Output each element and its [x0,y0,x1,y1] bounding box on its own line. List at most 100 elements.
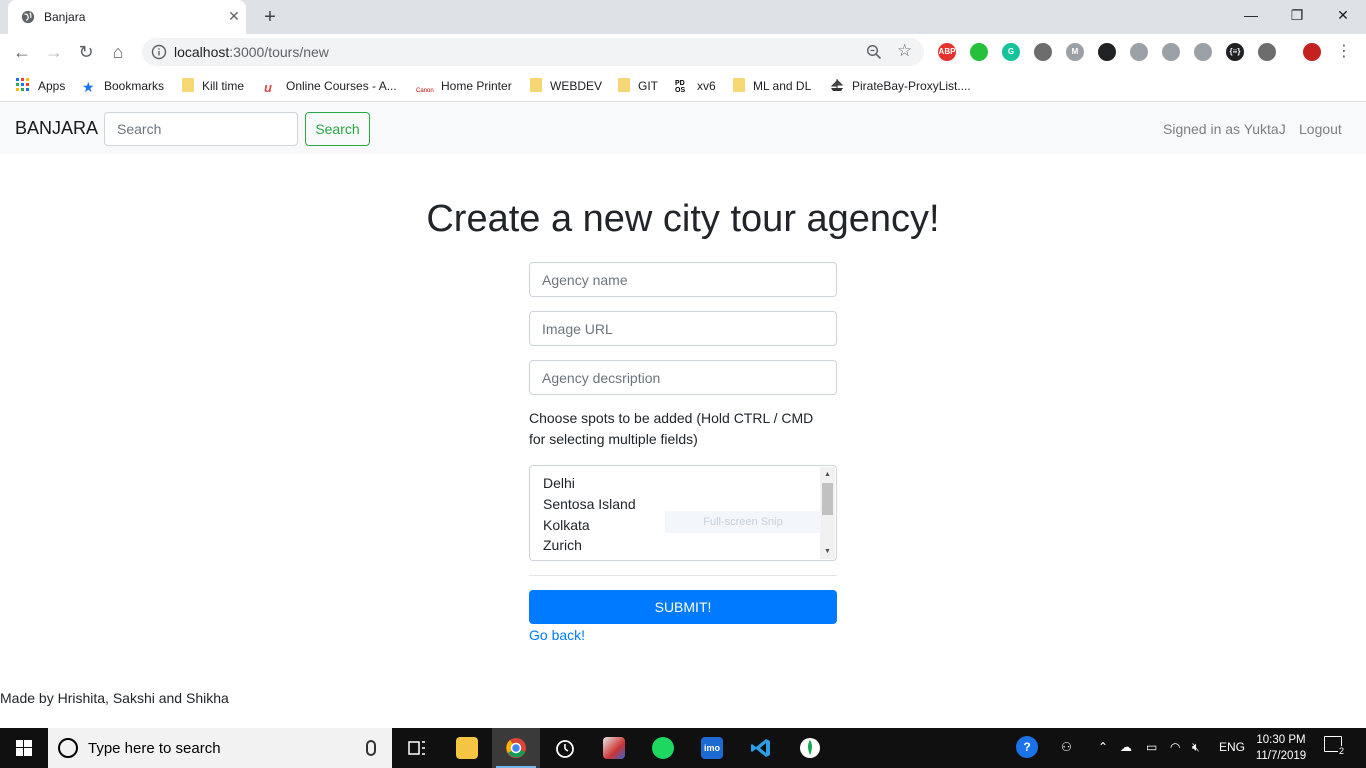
canon-icon: Canon [416,88,434,94]
help-icon[interactable]: ? [1016,736,1038,758]
back-icon[interactable]: ← [10,40,34,64]
grammarly-icon[interactable]: G [1002,43,1020,61]
notification-count: 2 [1338,746,1346,756]
wifi-icon[interactable]: ◠ [1170,740,1180,754]
json-ext-icon[interactable]: {≡} [1226,43,1244,61]
chrome-taskbar-icon[interactable] [492,728,540,768]
bookmark-star-icon[interactable]: ☆ [897,41,912,61]
volume-muted-icon[interactable]: 🔇︎ [1192,740,1200,755]
page-title: Create a new city tour agency! [426,198,940,240]
submit-button[interactable]: SUBMIT! [529,590,837,624]
ext-7-icon[interactable] [1130,43,1148,61]
profile-avatar[interactable] [1303,43,1321,61]
spots-scrollbar[interactable]: ▲ ▼ [820,467,835,559]
pirate-ship-icon [830,79,844,91]
bookmark-kill-time[interactable]: Kill time [182,77,244,95]
mongodb-compass-icon[interactable] [786,728,834,768]
onedrive-icon[interactable]: ☁ [1120,740,1132,754]
file-explorer-icon[interactable] [443,728,491,768]
taskbar-search-box[interactable]: Type here to search [48,728,392,768]
ext-9-icon[interactable] [1194,43,1212,61]
go-back-link[interactable]: Go back! [529,627,585,643]
new-tab-button[interactable]: + [259,6,281,28]
spot-option[interactable]: Delhi [543,475,575,491]
bookmark-webdev[interactable]: WEBDEV [530,77,602,95]
pdos-icon: PD OS [675,80,686,94]
site-navbar: BANJARA Search Signed in as YuktaJ Logou… [0,103,1366,154]
spots-label: Choose spots to be added (Hold CTRL / CM… [529,410,814,447]
task-view-icon[interactable] [393,728,441,768]
info-icon[interactable] [151,44,167,60]
bookmark-bookmarks[interactable]: ★ Bookmarks [82,77,164,95]
home-icon[interactable]: ⌂ [106,40,130,64]
green-ext-icon[interactable] [970,43,988,61]
udemy-icon: u [264,80,272,95]
close-window-button[interactable]: ✕ [1320,0,1366,30]
bookmark-apps[interactable]: Apps [16,77,65,95]
bookmark-git[interactable]: GIT [618,77,658,95]
bookmark-ml-dl[interactable]: ML and DL [733,77,811,95]
tab-title: Banjara [44,10,86,24]
folder-icon [182,78,194,92]
snip-overlay: Full-screen Snip [665,511,821,533]
minimize-button[interactable]: — [1228,0,1274,30]
alarms-clock-icon[interactable] [541,728,589,768]
ext-11-icon[interactable] [1258,43,1276,61]
vscode-icon[interactable] [737,728,785,768]
zoom-icon[interactable] [866,44,882,60]
forward-icon[interactable]: → [42,40,66,64]
windows-taskbar: Type here to search imo ? ⚇ ⌃ ☁ ▭ ◠ 🔇︎ E… [0,728,1366,768]
tab-close-icon[interactable]: ✕ [226,8,242,24]
bookmark-home-printer[interactable]: Canon Home Printer [416,77,512,95]
show-hidden-icons-chevron-icon[interactable]: ⌃ [1098,740,1108,754]
battery-icon[interactable]: ▭ [1146,740,1157,754]
language-indicator[interactable]: ENG [1219,740,1245,754]
form-divider [529,575,837,576]
ext-5-icon[interactable]: M [1066,43,1084,61]
address-bar[interactable]: localhost:3000/tours/new ☆ [142,38,924,66]
bookmark-xv6[interactable]: PD OS xv6 [675,77,716,95]
ext-8-icon[interactable] [1162,43,1180,61]
image-url-input[interactable] [529,311,837,346]
clock-time: 10:30 PM [1256,734,1306,746]
spotify-icon[interactable] [639,728,687,768]
globe-icon [21,10,35,24]
spot-option[interactable]: Sentosa Island [543,496,636,512]
notification-center-icon[interactable]: 2 [1324,736,1346,756]
windows-start-icon[interactable] [0,728,48,768]
agency-name-input[interactable] [529,262,837,297]
agency-description-input[interactable] [529,360,837,395]
bookmarks-bar: Apps ★ Bookmarks Kill time u Online Course… [0,70,1366,102]
spot-option[interactable]: Kolkata [543,517,590,533]
bookmark-piratebay[interactable]: PirateBay-ProxyList.... [830,77,971,95]
folder-icon [733,78,745,92]
paint-app-icon[interactable] [590,728,638,768]
scroll-up-arrow-icon[interactable]: ▲ [820,467,835,482]
scroll-down-arrow-icon[interactable]: ▼ [820,544,835,559]
imo-icon[interactable]: imo [688,728,736,768]
signed-in-link[interactable]: Signed in as YuktaJ [1163,121,1286,137]
logout-link[interactable]: Logout [1299,121,1342,137]
microphone-icon[interactable] [366,740,376,756]
footer-credits: Made by Hrishita, Sakshi and Shikha [0,690,229,706]
brand-logo[interactable]: BANJARA [15,118,98,139]
apps-grid-icon [16,78,29,91]
navbar-search-input[interactable] [104,112,298,146]
folder-icon [530,78,542,92]
adblock-icon[interactable]: ABP [938,43,956,61]
scrollbar-thumb[interactable] [822,483,833,515]
ext-4-icon[interactable] [1034,43,1052,61]
ext-6-icon[interactable] [1098,43,1116,61]
taskbar-clock[interactable]: 10:30 PM 11/7/2019 [1248,732,1314,764]
star-icon: ★ [82,79,95,95]
url-text[interactable]: localhost:3000/tours/new [174,44,329,60]
restore-button[interactable]: ❐ [1274,0,1320,30]
spot-option[interactable]: Zurich [543,537,582,553]
bookmark-online-courses[interactable]: u Online Courses - A... [264,77,397,95]
menu-icon[interactable]: ⋮ [1332,40,1356,64]
browser-tab-strip: Banjara ✕ + — ❐ ✕ [0,0,1366,34]
people-icon[interactable]: ⚇ [1061,740,1072,754]
reload-icon[interactable]: ↻ [74,40,98,64]
navbar-search-button[interactable]: Search [305,112,370,146]
browser-tab[interactable]: Banjara ✕ [8,0,246,34]
